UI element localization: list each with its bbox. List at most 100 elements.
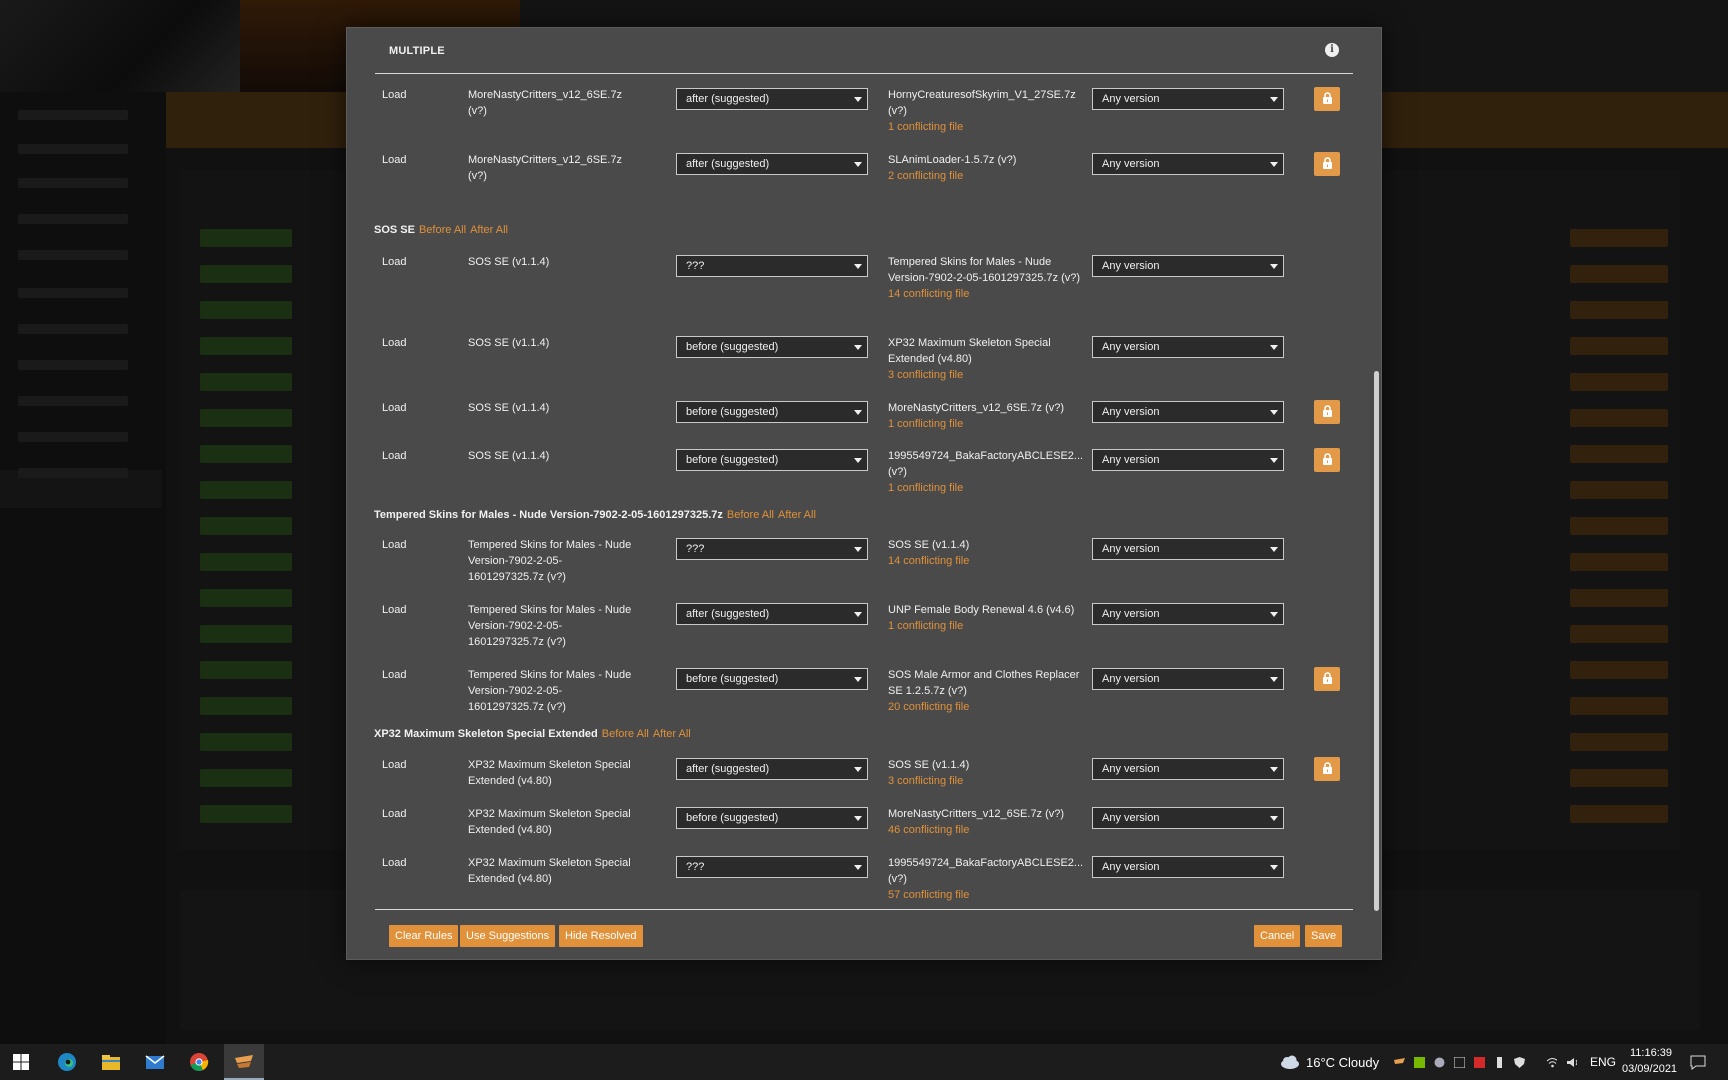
- rule-mod: MoreNastyCritters_v12_6SE.7z (v?): [468, 89, 623, 117]
- rule-order-select[interactable]: after (suggested): [676, 153, 868, 175]
- before-all-link[interactable]: Before All: [727, 509, 774, 521]
- version-select[interactable]: Any version: [1092, 153, 1284, 175]
- windows-start-icon[interactable]: [10, 1051, 32, 1073]
- rule-order-select[interactable]: before (suggested): [676, 336, 868, 358]
- rule-reference: Tempered Skins for Males - Nude Version-…: [888, 254, 1088, 302]
- speaker-icon[interactable]: [1566, 1057, 1577, 1068]
- rule-type: Load: [382, 154, 407, 166]
- chrome-icon[interactable]: [188, 1051, 210, 1073]
- version-select[interactable]: Any version: [1092, 856, 1284, 878]
- clock-date[interactable]: 03/09/2021: [1622, 1063, 1677, 1075]
- weather-text[interactable]: 16°C Cloudy: [1306, 1055, 1379, 1070]
- after-all-link[interactable]: After All: [653, 728, 691, 740]
- reference-mod: UNP Female Body Renewal 4.6 (v4.6): [888, 604, 1075, 616]
- after-all-link[interactable]: After All: [778, 509, 816, 521]
- conflicting-files-link[interactable]: 1 conflicting file: [888, 618, 1088, 634]
- version-select[interactable]: Any version: [1092, 88, 1284, 110]
- wifi-icon[interactable]: [1546, 1057, 1557, 1068]
- rule-mod: SOS SE (v1.1.4): [468, 256, 550, 268]
- save-button[interactable]: Save: [1305, 925, 1343, 947]
- version-select[interactable]: Any version: [1092, 449, 1284, 471]
- rule-order-select[interactable]: after (suggested): [676, 758, 868, 780]
- chevron-down-icon: [1270, 458, 1278, 463]
- reference-mod: MoreNastyCritters_v12_6SE.7z (v?): [888, 402, 1065, 414]
- conflicting-files-link[interactable]: 2 conflicting file: [888, 168, 1088, 184]
- security-shield-icon[interactable]: [1514, 1057, 1525, 1068]
- before-all-link[interactable]: Before All: [419, 224, 466, 236]
- rule-reference: SOS Male Armor and Clothes Replacer SE 1…: [888, 667, 1088, 715]
- reference-mod: MoreNastyCritters_v12_6SE.7z (v?): [888, 808, 1065, 820]
- rule-mod: SOS SE (v1.1.4): [468, 337, 550, 349]
- info-icon[interactable]: i: [1325, 43, 1339, 57]
- scrollbar-thumb[interactable]: [1374, 371, 1379, 911]
- version-select[interactable]: Any version: [1092, 255, 1284, 277]
- version-select[interactable]: Any version: [1092, 603, 1284, 625]
- chevron-down-icon: [854, 677, 862, 682]
- version-select[interactable]: Any version: [1092, 538, 1284, 560]
- vortex-tray-icon[interactable]: [1394, 1057, 1405, 1068]
- rule-order-select[interactable]: ???: [676, 255, 868, 277]
- rule-order-select[interactable]: before (suggested): [676, 449, 868, 471]
- chevron-down-icon: [1270, 97, 1278, 102]
- after-all-link[interactable]: After All: [470, 224, 508, 236]
- conflicting-files-link[interactable]: 14 conflicting file: [888, 553, 1088, 569]
- lock-button[interactable]: [1314, 667, 1340, 691]
- conflicting-files-link[interactable]: 3 conflicting file: [888, 367, 1088, 383]
- mail-icon[interactable]: [144, 1051, 166, 1073]
- conflicting-files-link[interactable]: 46 conflicting file: [888, 822, 1088, 838]
- conflict-rules-dialog: MULTIPLE i Load MoreNastyCritters_v12_6S…: [346, 27, 1382, 960]
- rule-order-select[interactable]: before (suggested): [676, 807, 868, 829]
- cancel-button[interactable]: Cancel: [1254, 925, 1301, 947]
- version-select[interactable]: Any version: [1092, 668, 1284, 690]
- reference-mod: 1995549724_BakaFactoryABCLESE2... (v?): [888, 450, 1084, 478]
- adobe-icon[interactable]: [1474, 1057, 1485, 1068]
- rule-order-select[interactable]: before (suggested): [676, 668, 868, 690]
- edge-browser-icon[interactable]: [56, 1051, 78, 1073]
- rule-order-select[interactable]: ???: [676, 856, 868, 878]
- version-select[interactable]: Any version: [1092, 401, 1284, 423]
- reference-mod: XP32 Maximum Skeleton Special Extended (…: [888, 337, 1051, 365]
- conflicting-files-link[interactable]: 14 conflicting file: [888, 286, 1088, 302]
- clear-rules-button[interactable]: Clear Rules: [389, 925, 459, 947]
- rule-reference: 1995549724_BakaFactoryABCLESE2... (v?) 1 …: [888, 448, 1088, 496]
- chevron-down-icon: [1270, 547, 1278, 552]
- lock-button[interactable]: [1314, 87, 1340, 111]
- rule-mod: MoreNastyCritters_v12_6SE.7z (v?): [468, 154, 623, 182]
- notifications-icon[interactable]: [1690, 1055, 1706, 1070]
- reference-mod: SOS SE (v1.1.4): [888, 759, 970, 771]
- rules-list[interactable]: Load MoreNastyCritters_v12_6SE.7z (v?) a…: [347, 74, 1383, 908]
- hide-resolved-button[interactable]: Hide Resolved: [559, 925, 643, 947]
- use-suggestions-button[interactable]: Use Suggestions: [460, 925, 556, 947]
- cloud-icon[interactable]: [1278, 1054, 1300, 1070]
- rule-order-select[interactable]: after (suggested): [676, 88, 868, 110]
- steam-icon[interactable]: [1434, 1057, 1445, 1068]
- version-select[interactable]: Any version: [1092, 758, 1284, 780]
- before-all-link[interactable]: Before All: [602, 728, 649, 740]
- conflicting-files-link[interactable]: 3 conflicting file: [888, 773, 1088, 789]
- rule-mod: Tempered Skins for Males - Nude Version-…: [468, 604, 632, 648]
- app-tray-icon[interactable]: [1454, 1057, 1465, 1068]
- conflicting-files-link[interactable]: 20 conflicting file: [888, 699, 1088, 715]
- lock-button[interactable]: [1314, 448, 1340, 472]
- conflicting-files-link[interactable]: 1 conflicting file: [888, 416, 1088, 432]
- rule-order-select[interactable]: after (suggested): [676, 603, 868, 625]
- usb-drive-icon[interactable]: [1494, 1057, 1505, 1068]
- lock-button[interactable]: [1314, 757, 1340, 781]
- lock-button[interactable]: [1314, 400, 1340, 424]
- language-indicator[interactable]: ENG: [1590, 1055, 1616, 1069]
- rule-order-select[interactable]: before (suggested): [676, 401, 868, 423]
- clock-time[interactable]: 11:16:39: [1630, 1047, 1672, 1059]
- conflicting-files-link[interactable]: 1 conflicting file: [888, 480, 1088, 496]
- conflicting-files-link[interactable]: 1 conflicting file: [888, 119, 1088, 135]
- taskbar-active-app[interactable]: [224, 1044, 264, 1080]
- lock-button[interactable]: [1314, 152, 1340, 176]
- rule-type: Load: [382, 256, 407, 268]
- rule-order-select[interactable]: ???: [676, 538, 868, 560]
- rule-reference: MoreNastyCritters_v12_6SE.7z (v?) 46 conf…: [888, 806, 1088, 838]
- conflicting-files-link[interactable]: 57 conflicting file: [888, 887, 1088, 903]
- rule-mod: SOS SE (v1.1.4): [468, 402, 550, 414]
- version-select[interactable]: Any version: [1092, 336, 1284, 358]
- version-select[interactable]: Any version: [1092, 807, 1284, 829]
- file-explorer-icon[interactable]: [100, 1051, 122, 1073]
- nvidia-icon[interactable]: [1414, 1057, 1425, 1068]
